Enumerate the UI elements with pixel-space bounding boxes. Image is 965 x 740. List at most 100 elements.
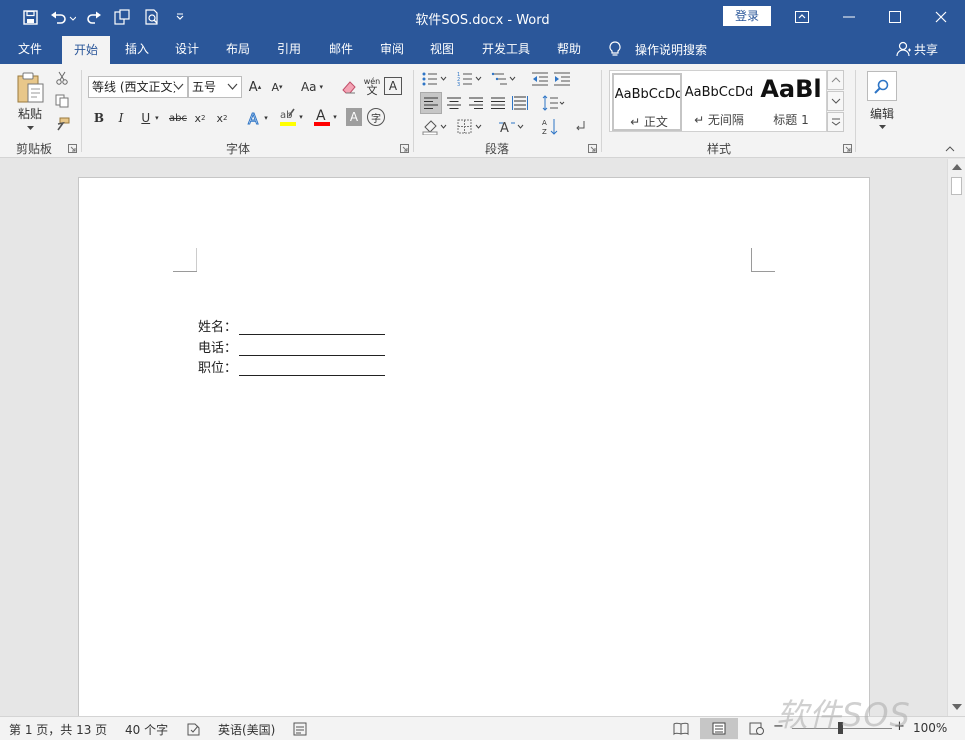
align-left-icon[interactable] xyxy=(420,92,442,114)
text-effects-icon[interactable]: A ▾ xyxy=(243,108,271,128)
gallery-up-icon[interactable] xyxy=(827,70,844,90)
maximize-icon[interactable] xyxy=(872,0,918,34)
tab-home[interactable]: 开始 xyxy=(62,36,110,64)
redo-icon[interactable] xyxy=(80,0,108,34)
asian-layout-icon[interactable]: A xyxy=(496,116,528,138)
show-marks-icon[interactable] xyxy=(572,116,590,138)
language-indicator[interactable]: 英语(美国) xyxy=(218,721,275,738)
share-button[interactable]: 共享 xyxy=(896,34,938,64)
close-icon[interactable] xyxy=(918,0,964,34)
cut-icon[interactable] xyxy=(52,68,72,88)
scroll-thumb[interactable] xyxy=(951,177,962,195)
login-button[interactable]: 登录 xyxy=(723,6,771,26)
highlight-color-icon[interactable]: ab ▾ xyxy=(276,106,306,128)
underline-icon[interactable]: U ▾ xyxy=(136,108,164,128)
character-border-icon[interactable]: A xyxy=(384,77,402,95)
document-area[interactable]: 姓名： 电话： 职位： xyxy=(0,159,947,716)
character-shading-icon[interactable]: A xyxy=(346,108,362,126)
styles-launcher-icon[interactable] xyxy=(843,144,852,153)
print-layout-button[interactable] xyxy=(700,718,738,739)
field-name-row[interactable]: 姓名： xyxy=(198,316,386,335)
copy-icon[interactable] xyxy=(52,91,72,111)
strikethrough-icon[interactable]: abc xyxy=(168,108,188,128)
style-heading-1[interactable]: AaBl 标题 1 xyxy=(756,73,826,131)
ribbon-display-options-icon[interactable] xyxy=(779,0,825,34)
borders-icon[interactable] xyxy=(454,116,486,138)
clipboard-launcher-icon[interactable] xyxy=(68,144,77,153)
align-right-icon[interactable] xyxy=(466,92,486,114)
vertical-scrollbar[interactable] xyxy=(947,159,965,716)
document-page[interactable]: 姓名： 电话： 职位： xyxy=(78,177,870,716)
multilevel-list-icon[interactable] xyxy=(488,68,520,90)
shrink-font-icon[interactable]: A ▾ xyxy=(268,76,286,98)
align-center-icon[interactable] xyxy=(444,92,464,114)
zoom-slider-thumb[interactable] xyxy=(838,722,843,734)
field-position-row[interactable]: 职位： xyxy=(198,357,386,376)
tab-references[interactable]: 引用 xyxy=(268,34,310,64)
gallery-down-icon[interactable] xyxy=(827,91,844,111)
macro-recording-icon[interactable] xyxy=(293,722,307,736)
touch-mode-icon[interactable] xyxy=(108,0,136,34)
collapse-ribbon-icon[interactable] xyxy=(943,144,957,154)
tell-me-search[interactable]: 操作说明搜索 xyxy=(608,34,707,64)
font-launcher-icon[interactable] xyxy=(400,144,409,153)
page-count[interactable]: 第 1 页，共 13 页 xyxy=(9,721,107,738)
field-blank-line[interactable] xyxy=(239,362,386,376)
enclose-characters-icon[interactable]: 字 xyxy=(367,108,385,126)
superscript-icon[interactable]: x2 xyxy=(214,108,230,128)
zoom-level[interactable]: 100% xyxy=(913,721,947,735)
clear-formatting-icon[interactable] xyxy=(339,76,359,98)
line-spacing-icon[interactable] xyxy=(540,92,568,114)
justify-icon[interactable] xyxy=(488,92,508,114)
word-count[interactable]: 40 个字 xyxy=(125,721,168,738)
customize-qat-icon[interactable] xyxy=(166,0,194,34)
tab-layout[interactable]: 布局 xyxy=(217,34,259,64)
read-mode-icon[interactable] xyxy=(673,722,689,736)
zoom-in-icon[interactable]: + xyxy=(894,719,905,734)
decrease-indent-icon[interactable] xyxy=(530,68,550,90)
gallery-more-icon[interactable] xyxy=(827,112,844,132)
tab-view[interactable]: 视图 xyxy=(421,34,463,64)
bullets-icon[interactable] xyxy=(420,68,450,90)
save-icon[interactable] xyxy=(16,0,44,34)
search-icon xyxy=(867,70,897,101)
shading-icon[interactable] xyxy=(420,116,450,138)
tab-help[interactable]: 帮助 xyxy=(548,34,590,64)
field-blank-line[interactable] xyxy=(239,342,386,356)
minimize-icon[interactable] xyxy=(826,0,872,34)
numbering-icon[interactable]: 123 xyxy=(454,68,486,90)
proofing-icon[interactable] xyxy=(187,722,201,736)
print-preview-icon[interactable] xyxy=(138,0,166,34)
tab-review[interactable]: 审阅 xyxy=(371,34,413,64)
zoom-out-icon[interactable]: − xyxy=(773,719,784,734)
change-case-icon[interactable]: Aa ▾ xyxy=(296,76,328,98)
italic-icon[interactable]: I xyxy=(114,108,128,128)
sort-icon[interactable]: AZ xyxy=(540,116,560,138)
tab-mailings[interactable]: 邮件 xyxy=(320,34,362,64)
paste-button[interactable]: 粘贴 xyxy=(12,70,48,132)
font-name-select[interactable]: 等线 (西文正文) xyxy=(88,76,188,98)
web-layout-icon[interactable] xyxy=(749,722,765,736)
tab-developer[interactable]: 开发工具 xyxy=(476,34,536,64)
grow-font-icon[interactable]: A ▴ xyxy=(246,76,264,98)
scroll-down-icon[interactable] xyxy=(952,704,962,710)
paragraph-launcher-icon[interactable] xyxy=(588,144,597,153)
tab-design[interactable]: 设计 xyxy=(166,34,208,64)
font-size-select[interactable]: 五号 xyxy=(188,76,242,98)
increase-indent-icon[interactable] xyxy=(552,68,572,90)
style-no-spacing[interactable]: AaBbCcDd ↵ 无间隔 xyxy=(684,73,754,131)
editing-button[interactable]: 编辑 xyxy=(864,69,900,131)
distributed-icon[interactable] xyxy=(510,92,530,114)
field-phone-row[interactable]: 电话： xyxy=(198,337,386,356)
bold-icon[interactable]: B xyxy=(92,108,106,128)
scroll-up-icon[interactable] xyxy=(952,164,962,170)
subscript-icon[interactable]: x2 xyxy=(192,108,208,128)
style-normal[interactable]: AaBbCcDd ↵ 正文 xyxy=(612,73,682,131)
phonetic-guide-icon[interactable]: wén 文 xyxy=(362,74,382,98)
tab-insert[interactable]: 插入 xyxy=(116,34,158,64)
field-blank-line[interactable] xyxy=(239,321,386,335)
tab-file[interactable]: 文件 xyxy=(8,34,52,64)
font-color-icon[interactable]: A ▾ xyxy=(310,106,340,128)
undo-icon[interactable] xyxy=(46,0,80,34)
format-painter-icon[interactable] xyxy=(52,114,72,134)
